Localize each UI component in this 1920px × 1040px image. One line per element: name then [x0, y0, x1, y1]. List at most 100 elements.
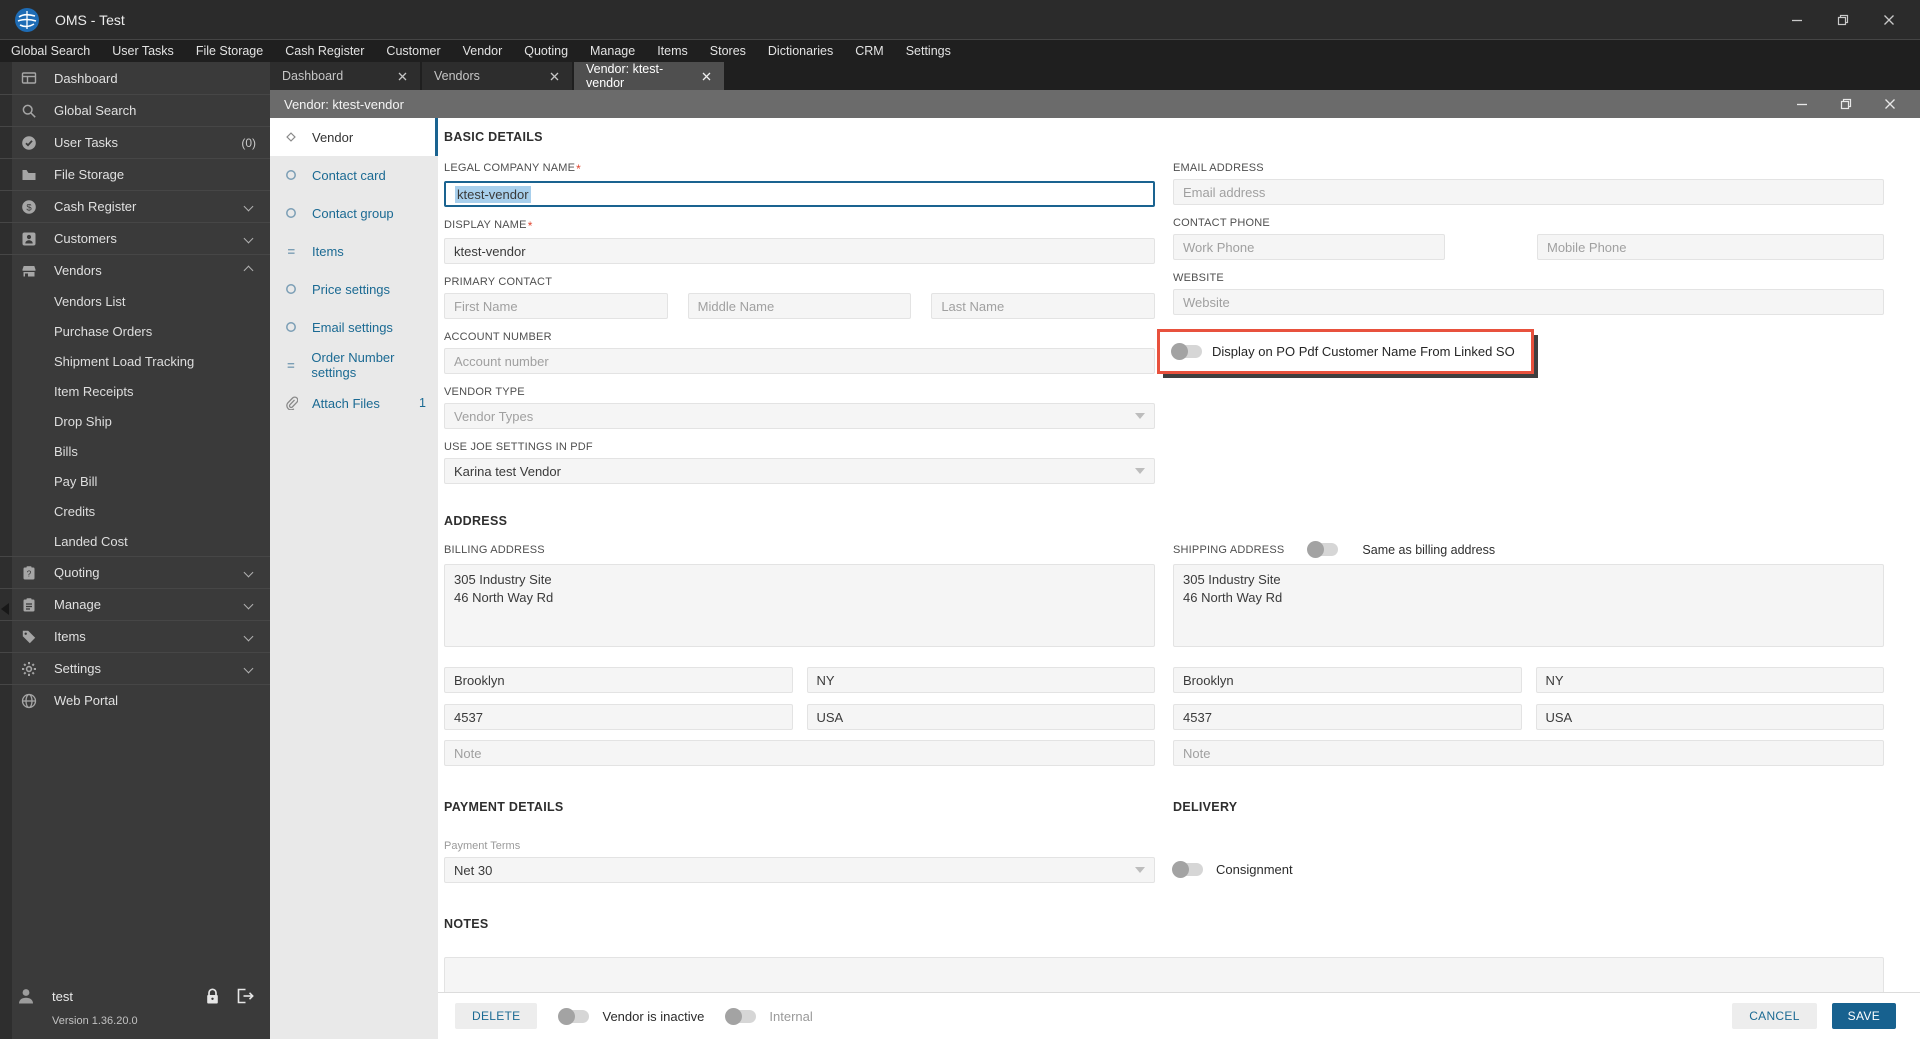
- display-name-label: DISPLAY NAME*: [444, 219, 533, 233]
- first-name-input[interactable]: [444, 293, 668, 319]
- menu-item-global-search[interactable]: Global Search: [0, 44, 101, 58]
- internal-toggle[interactable]: [725, 1007, 757, 1025]
- form-nav-email-settings[interactable]: Email settings: [270, 308, 438, 346]
- shipping-address-textarea[interactable]: 305 Industry Site 46 North Way Rd: [1173, 564, 1884, 647]
- legal-company-name-input[interactable]: ktest-vendor: [444, 181, 1155, 207]
- form-nav-vendor[interactable]: Vendor: [270, 118, 438, 156]
- form-nav-contact-card[interactable]: Contact card: [270, 156, 438, 194]
- tab-dashboard[interactable]: Dashboard: [270, 62, 420, 90]
- globe-icon: [20, 692, 38, 710]
- website-input[interactable]: [1173, 289, 1884, 315]
- billing-state-input[interactable]: [806, 667, 1155, 693]
- tab-vendors[interactable]: Vendors: [422, 62, 572, 90]
- diamond-icon: [283, 129, 299, 145]
- notes-input[interactable]: [444, 957, 1884, 992]
- sidebar-item-shipment-load-tracking[interactable]: Shipment Load Tracking: [0, 346, 270, 376]
- tab-close-icon[interactable]: [394, 68, 410, 84]
- window-minimize-button[interactable]: [1774, 0, 1820, 39]
- window-restore-button[interactable]: [1820, 0, 1866, 39]
- tab-vendor-ktest-vendor[interactable]: Vendor: ktest-vendor: [574, 62, 724, 90]
- menu-item-user-tasks[interactable]: User Tasks: [101, 44, 185, 58]
- logout-icon[interactable]: [236, 988, 254, 1004]
- form-footer-bar: DELETE Vendor is inactive Internal CANCE…: [438, 992, 1920, 1039]
- menu-item-manage[interactable]: Manage: [579, 44, 646, 58]
- menu-item-customer[interactable]: Customer: [375, 44, 451, 58]
- menu-item-stores[interactable]: Stores: [699, 44, 757, 58]
- sidebar-item-credits[interactable]: Credits: [0, 496, 270, 526]
- shipping-country-input[interactable]: [1535, 704, 1884, 730]
- menu-item-vendor[interactable]: Vendor: [452, 44, 514, 58]
- equals-icon: =: [286, 357, 295, 373]
- sidebar-item-vendors[interactable]: Vendors: [0, 254, 270, 286]
- inner-minimize-button[interactable]: [1780, 90, 1824, 118]
- billing-city-input[interactable]: [444, 667, 793, 693]
- inner-restore-button[interactable]: [1824, 90, 1868, 118]
- circle-icon: [283, 167, 299, 183]
- last-name-input[interactable]: [931, 293, 1155, 319]
- form-nav-contact-group[interactable]: Contact group: [270, 194, 438, 232]
- shipping-city-input[interactable]: [1173, 667, 1522, 693]
- joe-settings-select[interactable]: Karina test Vendor: [444, 458, 1155, 484]
- sidebar-item-items[interactable]: Items: [0, 620, 270, 652]
- billing-address-textarea[interactable]: 305 Industry Site 46 North Way Rd: [444, 564, 1155, 647]
- sidebar-item-file-storage[interactable]: File Storage: [0, 158, 270, 190]
- billing-note-input[interactable]: [444, 740, 1155, 766]
- email-address-input[interactable]: [1173, 179, 1884, 205]
- sidebar-item-pay-bill[interactable]: Pay Bill: [0, 466, 270, 496]
- sidebar-item-bills[interactable]: Bills: [0, 436, 270, 466]
- chevron-down-icon: [243, 567, 254, 578]
- save-button[interactable]: SAVE: [1831, 1003, 1896, 1029]
- sidebar-item-vendors-list[interactable]: Vendors List: [0, 286, 270, 316]
- delete-button[interactable]: DELETE: [455, 1003, 538, 1029]
- po-pdf-toggle[interactable]: [1171, 343, 1202, 360]
- shipping-zip-input[interactable]: [1173, 704, 1522, 730]
- sidebar-item-quoting[interactable]: ? Quoting: [0, 556, 270, 588]
- sidebar-item-global-search[interactable]: Global Search: [0, 94, 270, 126]
- middle-name-input[interactable]: [687, 293, 912, 319]
- sidebar-item-user-tasks[interactable]: User Tasks (0): [0, 126, 270, 158]
- sidebar-collapse-arrow[interactable]: [1, 603, 9, 615]
- same-as-billing-toggle[interactable]: [1307, 541, 1339, 558]
- lock-icon[interactable]: [205, 987, 220, 1005]
- payment-terms-select[interactable]: Net 30: [444, 857, 1155, 883]
- billing-zip-input[interactable]: [444, 704, 793, 730]
- sidebar-item-dashboard[interactable]: Dashboard: [0, 62, 270, 94]
- vendor-type-select[interactable]: Vendor Types: [444, 403, 1155, 429]
- sidebar-item-landed-cost[interactable]: Landed Cost: [0, 526, 270, 556]
- form-nav-order-number-settings[interactable]: = Order Number settings: [270, 346, 438, 384]
- vendor-inactive-toggle[interactable]: [558, 1007, 590, 1025]
- window-close-button[interactable]: [1866, 0, 1912, 39]
- menu-item-cash-register[interactable]: Cash Register: [274, 44, 375, 58]
- menu-item-settings[interactable]: Settings: [895, 44, 962, 58]
- menu-item-crm[interactable]: CRM: [844, 44, 894, 58]
- shipping-note-input[interactable]: [1173, 740, 1884, 766]
- sidebar-item-settings[interactable]: Settings: [0, 652, 270, 684]
- shipping-state-input[interactable]: [1535, 667, 1884, 693]
- sidebar-item-purchase-orders[interactable]: Purchase Orders: [0, 316, 270, 346]
- display-name-input[interactable]: [444, 238, 1155, 264]
- inner-close-button[interactable]: [1868, 90, 1912, 118]
- sidebar-item-drop-ship[interactable]: Drop Ship: [0, 406, 270, 436]
- sidebar-item-item-receipts[interactable]: Item Receipts: [0, 376, 270, 406]
- cancel-button[interactable]: CANCEL: [1732, 1003, 1817, 1029]
- tab-close-icon[interactable]: [698, 68, 714, 84]
- account-number-input[interactable]: [444, 348, 1155, 374]
- sidebar-item-web-portal[interactable]: Web Portal: [0, 684, 270, 716]
- sidebar-item-customers[interactable]: Customers: [0, 222, 270, 254]
- form-nav-attach-files[interactable]: Attach Files 1: [270, 384, 438, 422]
- sidebar-item-cash-register[interactable]: $ Cash Register: [0, 190, 270, 222]
- menu-item-dictionaries[interactable]: Dictionaries: [757, 44, 844, 58]
- form-nav-price-settings[interactable]: Price settings: [270, 270, 438, 308]
- required-asterisk: *: [576, 162, 582, 176]
- menu-item-items[interactable]: Items: [646, 44, 699, 58]
- menu-item-quoting[interactable]: Quoting: [513, 44, 579, 58]
- delivery-section-title: DELIVERY: [1173, 800, 1238, 814]
- mobile-phone-input[interactable]: [1537, 234, 1884, 260]
- form-nav-items[interactable]: = Items: [270, 232, 438, 270]
- sidebar-item-manage[interactable]: Manage: [0, 588, 270, 620]
- billing-country-input[interactable]: [806, 704, 1155, 730]
- consignment-toggle[interactable]: [1172, 861, 1203, 878]
- work-phone-input[interactable]: [1173, 234, 1445, 260]
- menu-item-file-storage[interactable]: File Storage: [185, 44, 274, 58]
- tab-close-icon[interactable]: [546, 68, 562, 84]
